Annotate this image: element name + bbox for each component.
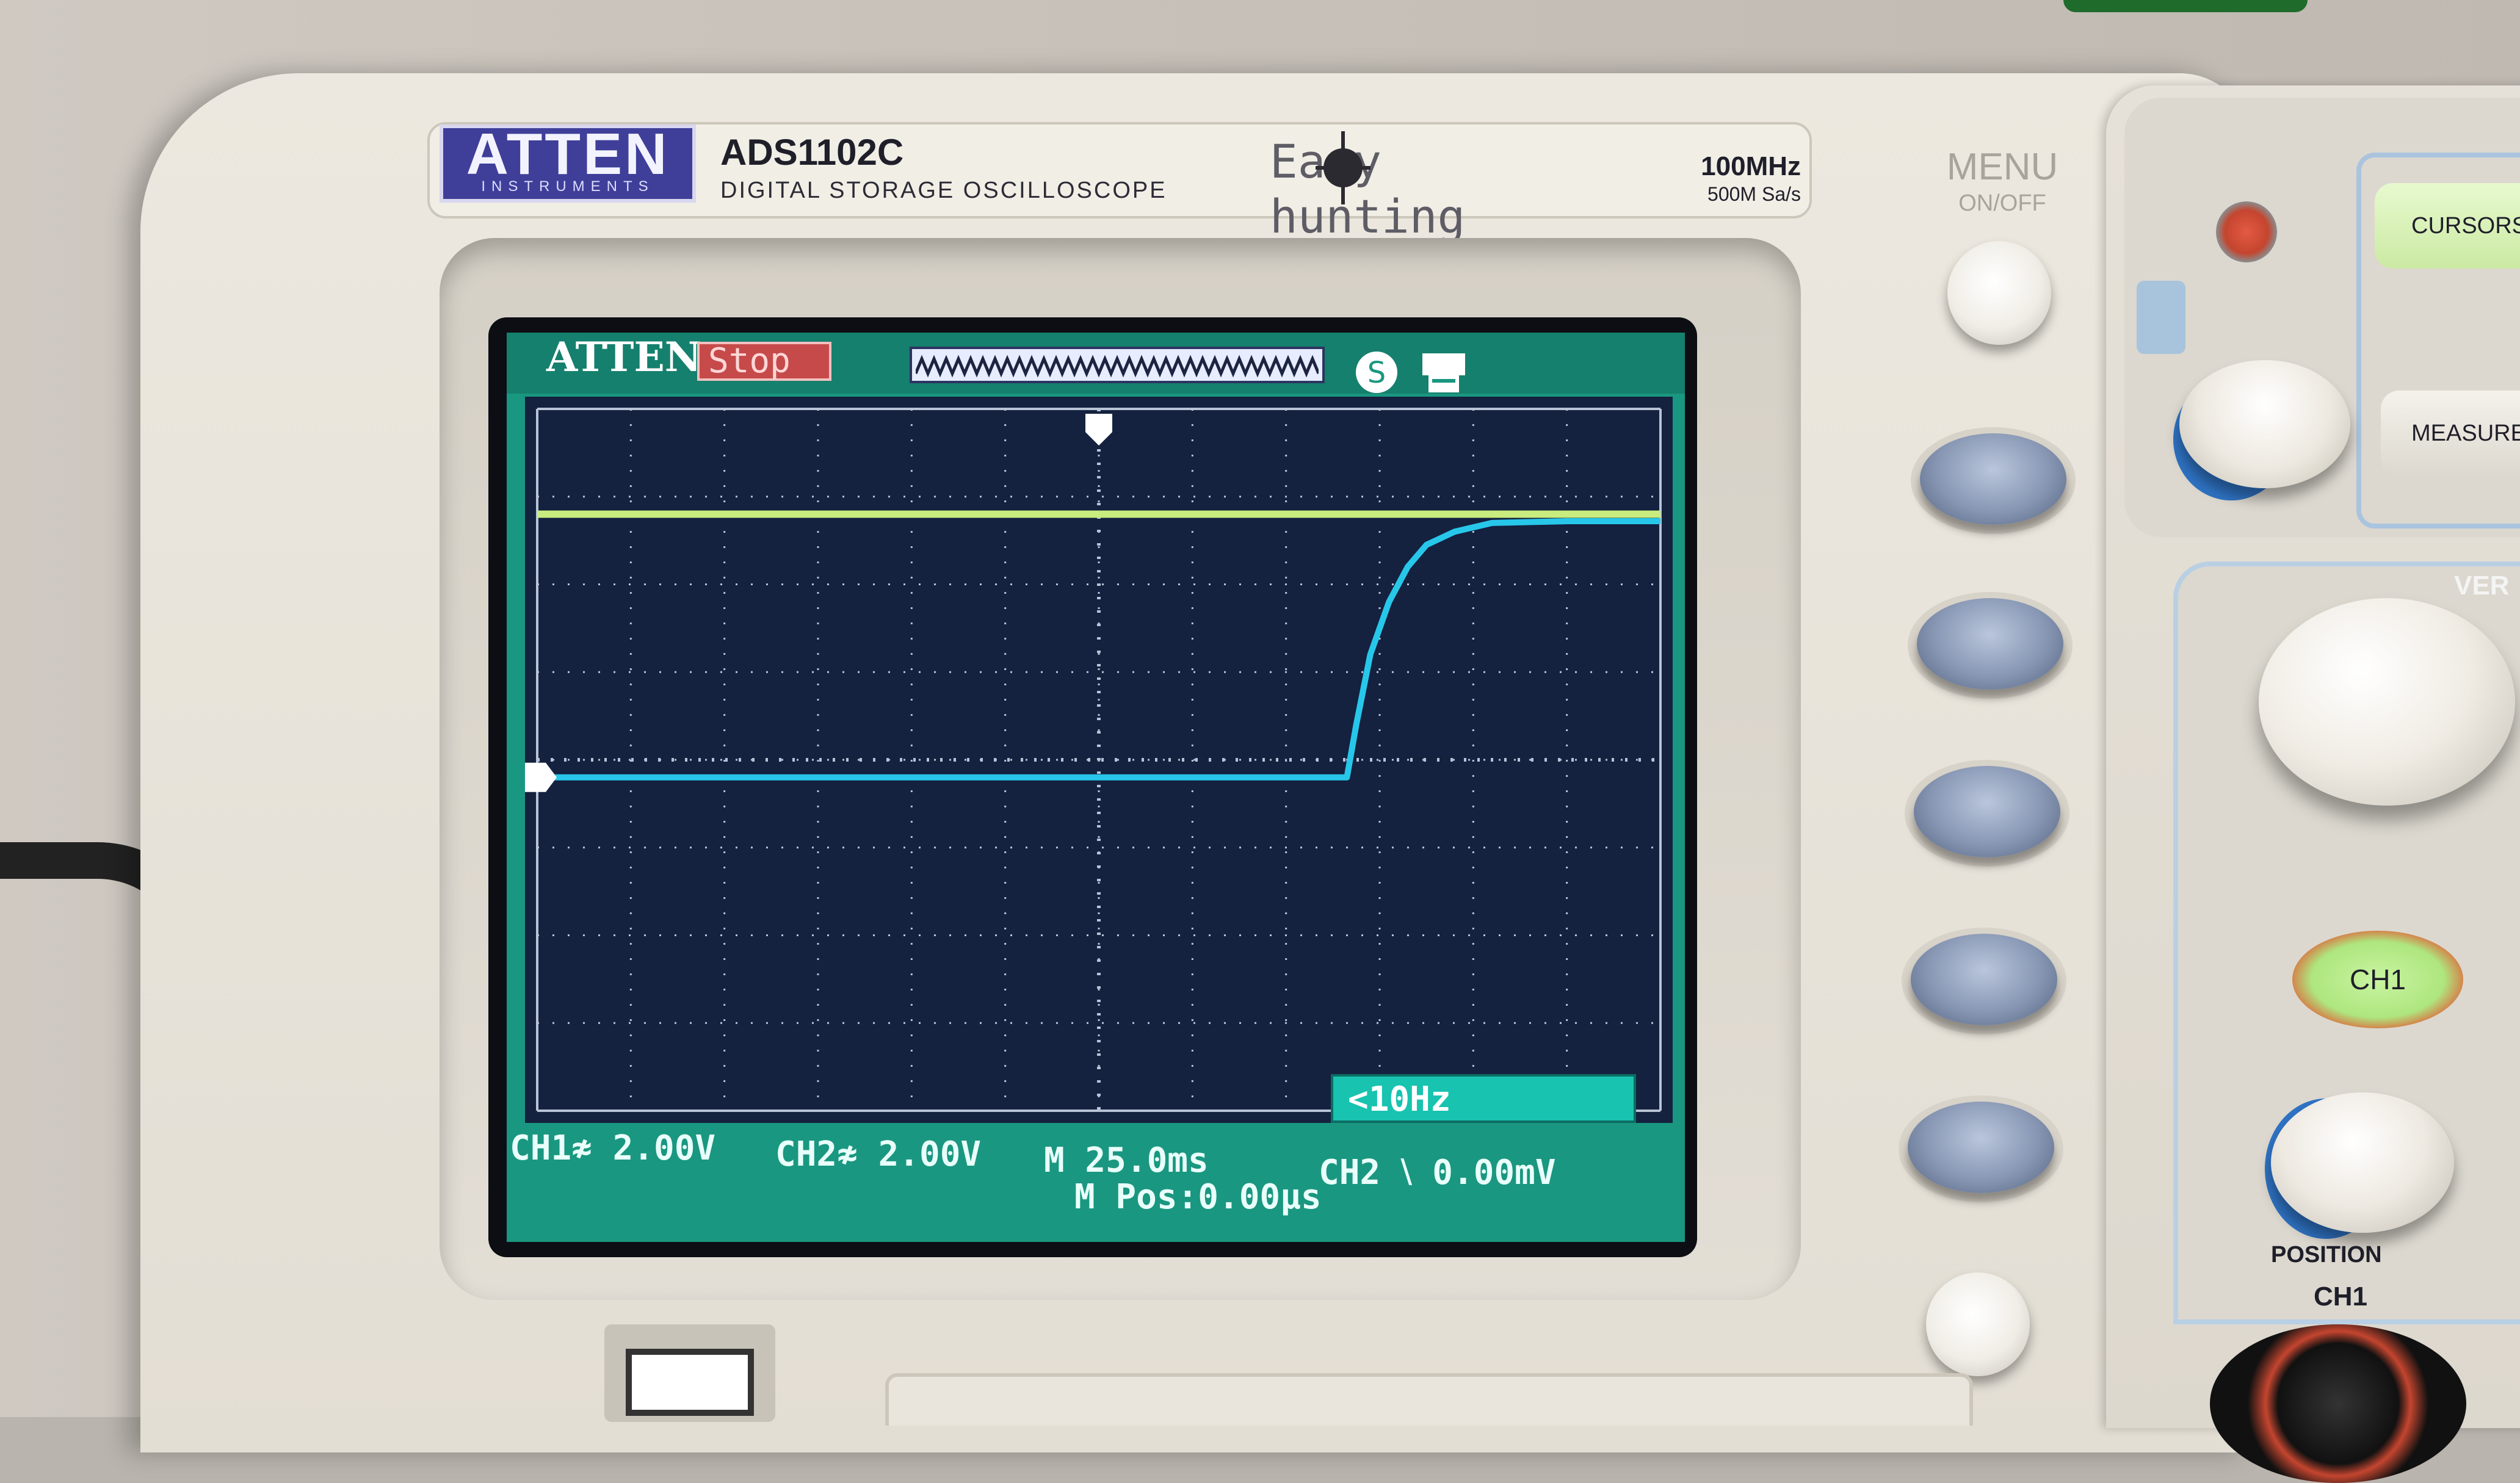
- ch1-bnc-connector[interactable]: [2210, 1324, 2466, 1483]
- model-description: DIGITAL STORAGE OSCILLOSCOPE: [720, 178, 1167, 203]
- horizontal-position-readout: M Pos:0.00μs: [1074, 1177, 1322, 1217]
- ch2-scale-readout: CH2≉ 2.00V: [775, 1135, 982, 1174]
- usb-port[interactable]: [626, 1349, 754, 1416]
- measure-button[interactable]: MEASURE: [2381, 391, 2520, 476]
- ch1-scale-readout: CH1≉ 2.00V: [510, 1128, 716, 1168]
- timebase-readout: M 25.0ms: [1044, 1141, 1209, 1180]
- brand-logo-text: ATTEN: [466, 121, 670, 187]
- cursors-button[interactable]: CURSORS: [2375, 183, 2520, 269]
- trigger-frequency-box: <10Hz: [1331, 1074, 1636, 1123]
- bottom-panel-slot: [885, 1373, 1973, 1426]
- trigger-frequency: <10Hz: [1348, 1080, 1451, 1119]
- softkey-2-button[interactable]: [1917, 598, 2063, 690]
- softkey-4-button[interactable]: [1911, 934, 2057, 1025]
- crosshair-icon: [1316, 131, 1370, 204]
- brand-logo-subtext: INSTRUMENTS: [481, 178, 654, 195]
- printer-icon: [1422, 353, 1465, 392]
- trigger-mode-icon: S: [1356, 352, 1397, 393]
- intensity-icon: [2137, 281, 2185, 354]
- model-name: ADS1102C: [720, 132, 904, 173]
- svg-text:S: S: [1367, 356, 1386, 390]
- memory-waveform-icon: [916, 355, 1319, 378]
- softkey-1-button[interactable]: [1920, 433, 2066, 525]
- softkey-3-button[interactable]: [1914, 766, 2060, 857]
- waveform-plot: [525, 397, 1673, 1123]
- sample-rate-spec: 500M Sa/s: [1707, 183, 1801, 205]
- slogan: Easy hunting: [1270, 134, 1466, 244]
- ch1-button[interactable]: CH1: [2292, 931, 2463, 1028]
- power-icon[interactable]: [2216, 201, 2277, 262]
- bandwidth-spec: 100MHz: [1701, 151, 1801, 181]
- bottom-white-button[interactable]: [1926, 1272, 2030, 1376]
- ch1-input-label: CH1: [2314, 1282, 2368, 1312]
- trigger-level-readout: CH2 ⧵ 0.00mV: [1319, 1153, 1556, 1193]
- volts-per-div-knob[interactable]: [2259, 598, 2515, 806]
- lcd-readout-bar: CH1≉ 2.00V CH2≉ 2.00V M 25.0ms M Pos:0.0…: [507, 1123, 1685, 1242]
- lcd-brand: ATTEN: [546, 333, 702, 381]
- vertical-section-label: VER: [2454, 571, 2510, 601]
- plant-leaf: [2063, 0, 2308, 12]
- softkey-5-button[interactable]: [1908, 1102, 2054, 1193]
- run-state-badge: Stop: [697, 342, 831, 381]
- multipurpose-knob[interactable]: [2179, 360, 2350, 488]
- position-label: POSITION: [2271, 1242, 2382, 1268]
- menu-sublabel: ON/OFF: [1958, 190, 2046, 216]
- vertical-position-knob[interactable]: [2271, 1092, 2454, 1233]
- menu-on-off-button[interactable]: [1947, 241, 2051, 345]
